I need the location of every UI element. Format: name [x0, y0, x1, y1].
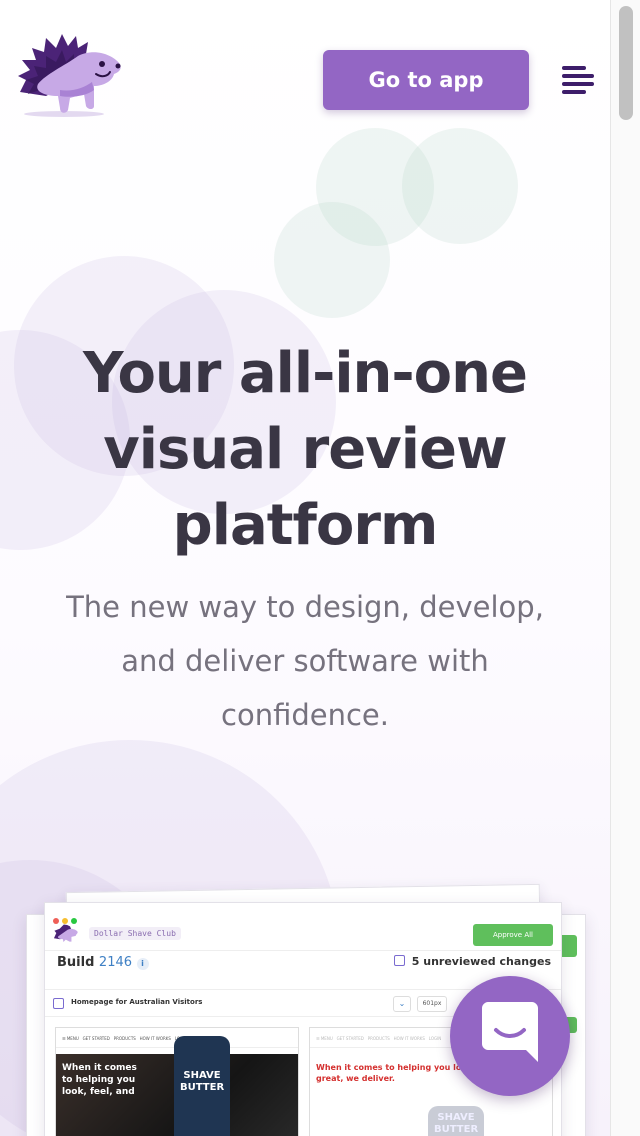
scrollbar-thumb[interactable]: [619, 6, 633, 120]
stack-icon: [393, 955, 405, 966]
chat-launcher-button[interactable]: [450, 976, 570, 1096]
hero-title-line: platform: [172, 493, 439, 558]
hero-title-line: visual review: [103, 417, 507, 482]
baseline-pane: ☰ MENU GET STARTED PRODUCTS HOW IT WORKS…: [55, 1027, 299, 1136]
site-headline: When it comes to helping you look, feel,…: [62, 1063, 137, 1097]
porcupine-logo[interactable]: [16, 30, 126, 118]
decor-bubble: [402, 128, 518, 244]
bottle-label: SHAVE BUTTER: [180, 1070, 225, 1093]
hero-subtitle-line: The new way to design, develop,: [66, 590, 544, 624]
hero-subtitle-line: and deliver software with: [121, 644, 489, 678]
app-toolbar: Dollar Shave Club Approve All: [45, 919, 561, 951]
porcupine-logo-small: [53, 924, 78, 943]
build-title: Build 2146 i: [57, 955, 149, 970]
unreviewed-changes: 5 unreviewed changes: [393, 955, 551, 968]
chat-bubble-icon: [482, 1002, 538, 1062]
width-chip[interactable]: 601px: [417, 996, 447, 1012]
unreviewed-label: 5 unreviewed changes: [411, 955, 551, 968]
hero-title: Your all-in-one visual review platform: [0, 336, 610, 564]
chevron-down-icon[interactable]: ⌄: [393, 996, 411, 1012]
page: Go to app Your all-in-one visual review …: [0, 0, 610, 1136]
project-tag: Dollar Shave Club: [89, 927, 181, 940]
info-icon: i: [136, 958, 149, 970]
approve-all-button[interactable]: Approve All: [473, 924, 553, 946]
bottle-label: SHAVE BUTTER: [434, 1112, 479, 1135]
stack-icon: [53, 998, 64, 1009]
hamburger-menu-icon[interactable]: [558, 62, 596, 98]
build-label: Build: [57, 955, 95, 970]
build-number: 2146: [98, 955, 133, 970]
go-to-app-button[interactable]: Go to app: [323, 50, 529, 110]
snapshot-name: Homepage for Australian Visitors: [71, 998, 203, 1006]
hero-subtitle: The new way to design, develop, and deli…: [30, 580, 580, 742]
hero-subtitle-line: confidence.: [221, 698, 389, 732]
decor-bubble: [274, 202, 390, 318]
hero-title-line: Your all-in-one: [83, 341, 528, 406]
vertical-scrollbar[interactable]: [610, 0, 640, 1136]
